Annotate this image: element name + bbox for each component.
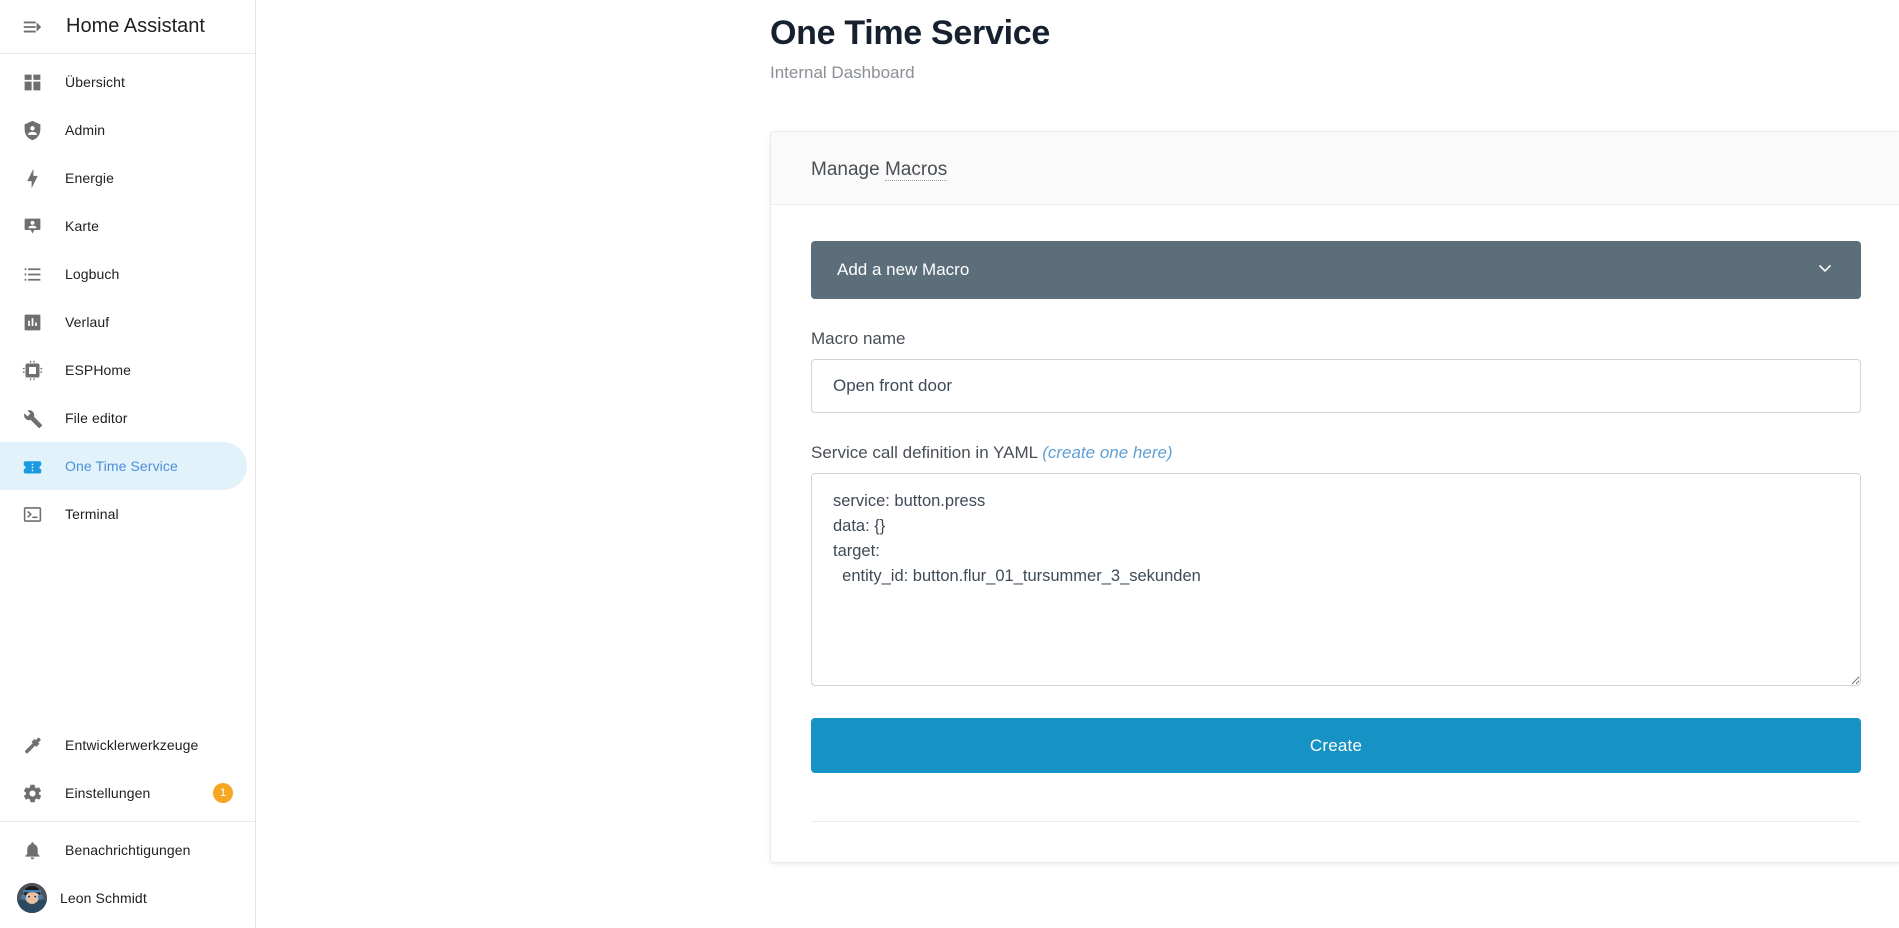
sidebar-item-label: Logbuch xyxy=(65,266,120,282)
sidebar-item-label: File editor xyxy=(65,410,128,426)
sidebar-item-entwicklerwerkzeuge[interactable]: Entwicklerwerkzeuge xyxy=(0,721,247,769)
status-badge: 1 xyxy=(213,783,233,803)
page-header: One Time Service Internal Dashboard xyxy=(256,0,1899,83)
sidebar-item-label: Energie xyxy=(65,170,114,186)
sidebar-header: Home Assistant xyxy=(0,0,255,54)
sidebar-item-label: Entwicklerwerkzeuge xyxy=(65,737,199,753)
bell-icon xyxy=(12,830,52,870)
format-list-bulleted-icon xyxy=(12,254,52,294)
card-header: Manage Macros xyxy=(771,132,1899,205)
menu-open-icon[interactable] xyxy=(12,7,52,47)
hammer-icon xyxy=(12,725,52,765)
sidebar-tools: Entwicklerwerkzeuge Einstellungen 1 xyxy=(0,721,255,817)
lightning-bolt-icon xyxy=(12,158,52,198)
accordion-label: Add a new Macro xyxy=(837,260,970,279)
sidebar-item-label: Verlauf xyxy=(65,314,110,330)
card-header-term[interactable]: Macros xyxy=(884,159,948,181)
avatar xyxy=(17,883,47,913)
sidebar-item-label: Admin xyxy=(65,122,106,138)
yaml-label: Service call definition in YAML (create … xyxy=(811,443,1861,463)
create-one-here-link[interactable]: (create one here) xyxy=(1042,443,1172,462)
add-new-macro-accordion[interactable]: Add a new Macro xyxy=(811,241,1861,299)
sidebar-item-label: Benachrichtigungen xyxy=(65,842,191,858)
map-marker-account-icon xyxy=(12,206,52,246)
create-button[interactable]: Create xyxy=(811,718,1861,773)
sidebar-item-einstellungen[interactable]: Einstellungen 1 xyxy=(0,769,247,817)
sidebar-item-benachrichtigungen[interactable]: Benachrichtigungen xyxy=(0,826,247,874)
chevron-down-icon[interactable] xyxy=(1815,258,1835,283)
sidebar-item-logbuch[interactable]: Logbuch xyxy=(0,250,247,298)
sidebar-item-label: Leon Schmidt xyxy=(60,890,147,906)
console-icon xyxy=(12,494,52,534)
sidebar-item-label: Karte xyxy=(65,218,99,234)
card-body: Add a new Macro Macro name Service call … xyxy=(771,205,1899,862)
sidebar-item-admin[interactable]: Admin xyxy=(0,106,247,154)
sidebar-item-label: Terminal xyxy=(65,506,119,522)
main-content: One Time Service Internal Dashboard Mana… xyxy=(256,0,1899,928)
sidebar-divider xyxy=(0,821,255,822)
sidebar-bottom: Benachrichtigungen Leon Schmidt xyxy=(0,826,255,928)
macro-name-input[interactable] xyxy=(811,359,1861,413)
manage-macros-card: Manage Macros Add a new Macro Macro name… xyxy=(770,131,1899,863)
ticket-icon xyxy=(12,446,52,486)
sidebar-item-user-profile[interactable]: Leon Schmidt xyxy=(0,874,247,922)
shield-account-icon xyxy=(12,110,52,150)
sidebar-item-terminal[interactable]: Terminal xyxy=(0,490,247,538)
sidebar-nav: Übersicht Admin Energie Karte Logbuch Ve… xyxy=(0,54,255,538)
card-footer-spacer xyxy=(811,822,1861,862)
cog-icon xyxy=(12,773,52,813)
sidebar-item-esphome[interactable]: ESPHome xyxy=(0,346,247,394)
sidebar-item-label: One Time Service xyxy=(65,458,178,474)
yaml-label-text: Service call definition in YAML xyxy=(811,443,1043,462)
macro-name-label: Macro name xyxy=(811,329,906,348)
sidebar-item-verlauf[interactable]: Verlauf xyxy=(0,298,247,346)
sidebar-item-file-editor[interactable]: File editor xyxy=(0,394,247,442)
chip-icon xyxy=(12,350,52,390)
sidebar-item-label: Einstellungen xyxy=(65,785,151,801)
sidebar-item-ubersicht[interactable]: Übersicht xyxy=(0,58,247,106)
page-title: One Time Service xyxy=(770,14,1050,52)
sidebar-item-label: Übersicht xyxy=(65,74,126,90)
chart-box-icon xyxy=(12,302,52,342)
wrench-icon xyxy=(12,398,52,438)
sidebar-item-energie[interactable]: Energie xyxy=(0,154,247,202)
sidebar: Home Assistant Übersicht Admin Energie K… xyxy=(0,0,256,928)
sidebar-item-one-time-service[interactable]: One Time Service xyxy=(0,442,247,490)
page-subtitle: Internal Dashboard xyxy=(770,63,915,83)
view-dashboard-icon xyxy=(12,62,52,102)
sidebar-title: Home Assistant xyxy=(66,15,205,37)
app-root: Home Assistant Übersicht Admin Energie K… xyxy=(0,0,1899,928)
sidebar-item-label: ESPHome xyxy=(65,362,132,378)
yaml-textarea[interactable] xyxy=(811,473,1861,686)
sidebar-item-karte[interactable]: Karte xyxy=(0,202,247,250)
card-header-prefix: Manage xyxy=(811,159,885,180)
